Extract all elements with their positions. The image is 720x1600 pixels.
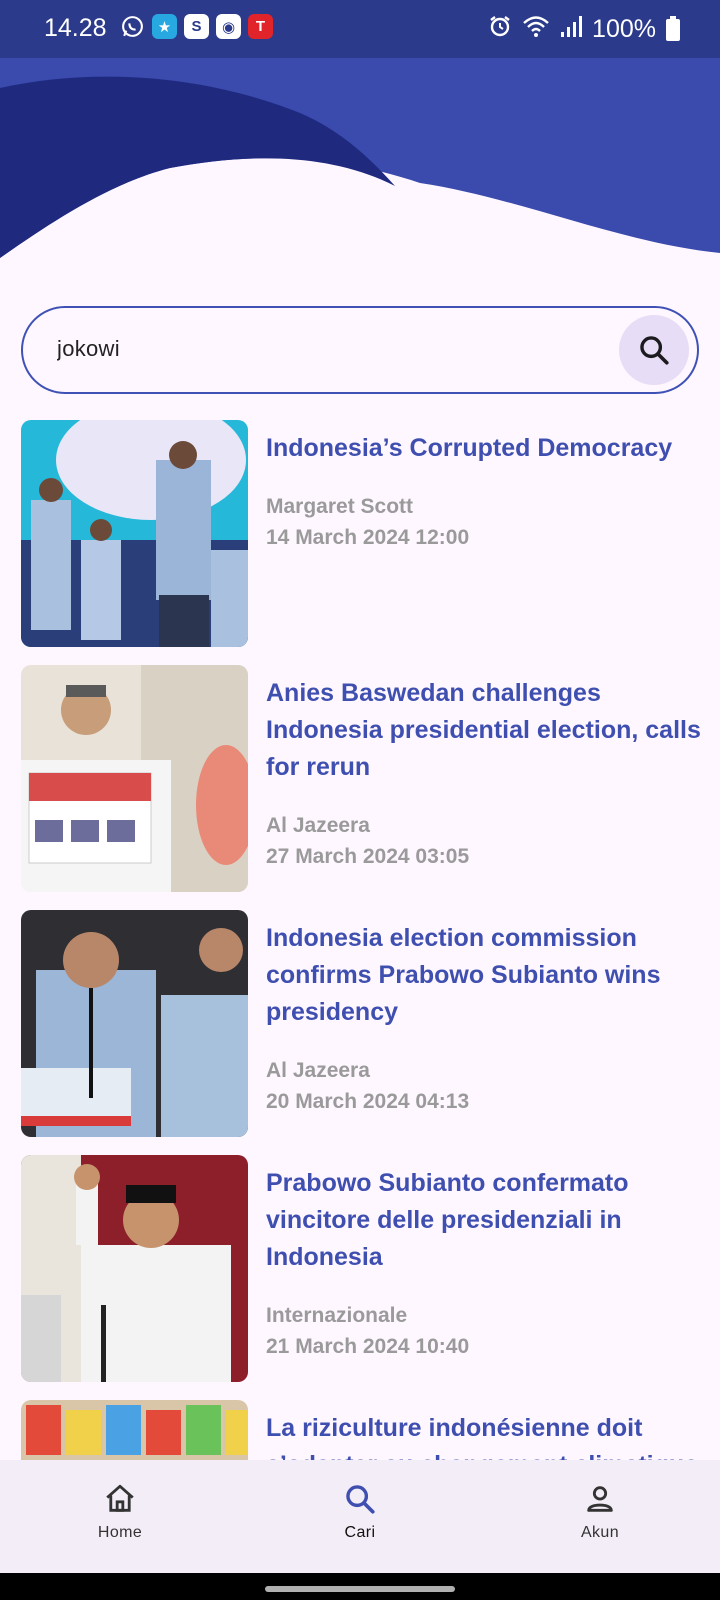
article-info: Indonesia’s Corrupted Democracy Margaret…: [266, 430, 701, 553]
article-item[interactable]: Anies Baswedan challenges Indonesia pres…: [21, 665, 701, 910]
article-source: Al Jazeera: [266, 1059, 370, 1082]
notification-icons: ★ S ◉ T: [120, 14, 273, 39]
search-button[interactable]: [619, 315, 689, 385]
system-status: 100%: [488, 14, 680, 45]
person-icon: [587, 1486, 613, 1512]
article-thumbnail: [21, 1400, 248, 1460]
article-list: Indonesia’s Corrupted Democracy Margaret…: [21, 420, 701, 1460]
search-icon: [640, 336, 669, 365]
article-date: 27 March 2024 03:05: [266, 845, 470, 868]
nav-label-search: Cari: [344, 1524, 376, 1541]
article-info: Anies Baswedan challenges Indonesia pres…: [266, 675, 701, 872]
gesture-handle[interactable]: [265, 1586, 455, 1592]
header-wave: [0, 58, 720, 268]
shopee-icon: S: [184, 14, 209, 39]
article-source: Margaret Scott: [266, 495, 414, 518]
gesture-bar: [0, 1573, 720, 1600]
nav-item-account[interactable]: Akun: [480, 1460, 720, 1573]
article-thumbnail: [21, 665, 248, 892]
article-info: La riziculture indonésienne doit s’adapt…: [266, 1410, 701, 1460]
article-title[interactable]: Prabowo Subianto confermato vincitore de…: [266, 1165, 701, 1276]
article-date: 14 March 2024 12:00: [266, 526, 470, 549]
article-title[interactable]: Anies Baswedan challenges Indonesia pres…: [266, 675, 701, 786]
nav-item-search[interactable]: Cari: [240, 1460, 480, 1573]
search-bar: [21, 306, 699, 394]
alarm-icon: [488, 14, 512, 45]
bottom-navigation: Home Cari Akun: [0, 1460, 720, 1573]
status-bar: 14.28 ★ S ◉ T 100%: [0, 0, 720, 58]
article-title[interactable]: La riziculture indonésienne doit s’adapt…: [266, 1410, 701, 1460]
article-info: Indonesia election commission confirms P…: [266, 920, 701, 1117]
wifi-icon: [522, 14, 550, 45]
article-thumbnail: [21, 420, 248, 647]
nav-label-home: Home: [97, 1524, 143, 1541]
article-item[interactable]: La riziculture indonésienne doit s’adapt…: [21, 1400, 701, 1460]
article-source: Al Jazeera: [266, 814, 370, 837]
article-date: 20 March 2024 04:13: [266, 1090, 470, 1113]
article-source: Internazionale: [266, 1304, 408, 1327]
nav-item-home[interactable]: Home: [0, 1460, 240, 1573]
game-controller-icon: ◉: [216, 14, 241, 39]
article-item[interactable]: Prabowo Subianto confermato vincitore de…: [21, 1155, 701, 1400]
battery-icon: [666, 15, 680, 41]
article-thumbnail: [21, 910, 248, 1137]
whatsapp-icon: [120, 14, 145, 39]
home-icon: [106, 1484, 134, 1512]
battery-percentage: 100%: [592, 15, 656, 43]
telkomsel-icon: T: [248, 14, 273, 39]
article-item[interactable]: Indonesia election commission confirms P…: [21, 910, 701, 1155]
article-date: 21 March 2024 10:40: [266, 1335, 470, 1358]
signal-icon: [560, 14, 583, 45]
article-info: Prabowo Subianto confermato vincitore de…: [266, 1165, 701, 1362]
search-icon: [346, 1485, 375, 1514]
article-title[interactable]: Indonesia’s Corrupted Democracy: [266, 430, 701, 467]
article-thumbnail: [21, 1155, 248, 1382]
status-time: 14.28: [44, 14, 107, 42]
article-title[interactable]: Indonesia election commission confirms P…: [266, 920, 701, 1031]
nav-label-account: Akun: [580, 1524, 620, 1541]
article-item[interactable]: Indonesia’s Corrupted Democracy Margaret…: [21, 420, 701, 665]
star-app-icon: ★: [152, 14, 177, 39]
search-input[interactable]: [57, 336, 577, 362]
